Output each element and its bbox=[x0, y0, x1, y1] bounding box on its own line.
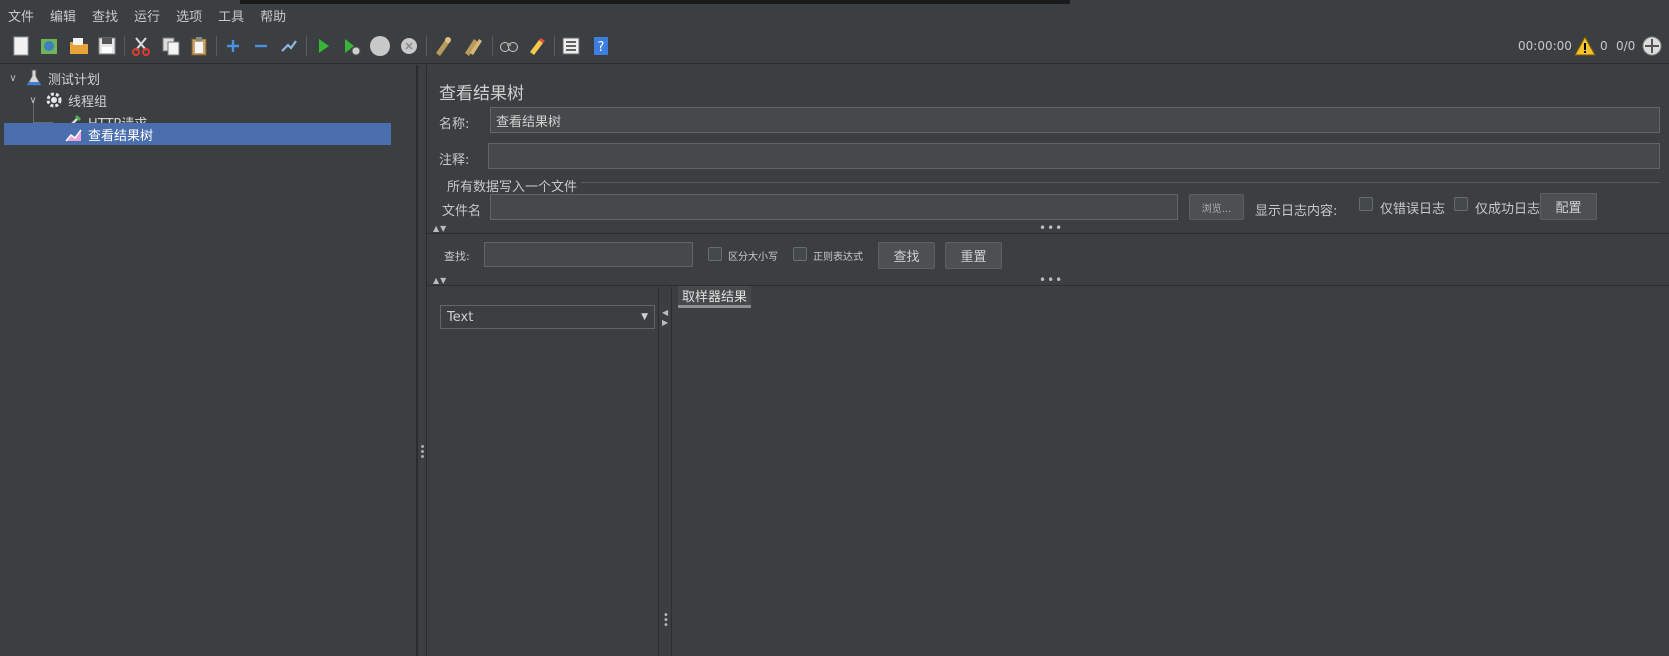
menu-search[interactable]: 查找 bbox=[92, 6, 118, 25]
search-label: 查找: bbox=[444, 250, 470, 263]
search-icon[interactable] bbox=[498, 35, 520, 57]
cut-icon[interactable] bbox=[130, 35, 152, 57]
toolbar-separator bbox=[426, 36, 427, 56]
paste-icon[interactable] bbox=[188, 35, 210, 57]
toolbar-separator bbox=[492, 36, 493, 56]
function-helper-icon[interactable] bbox=[560, 35, 582, 57]
thread-group-icon bbox=[44, 90, 64, 110]
split-arrows-icon[interactable]: ▲▼ bbox=[433, 224, 447, 233]
toolbar-separator bbox=[124, 36, 125, 56]
tree-item-label: 测试计划 bbox=[48, 72, 101, 88]
splitter-grip bbox=[421, 455, 424, 458]
results-divider bbox=[658, 287, 659, 656]
clear-all-icon[interactable] bbox=[462, 35, 484, 57]
toolbar-separator bbox=[554, 36, 555, 56]
browse-button[interactable]: 浏览... bbox=[1189, 194, 1244, 220]
toolbar-separator bbox=[306, 36, 307, 56]
stop-icon[interactable] bbox=[369, 35, 391, 57]
split-arrows-icon[interactable]: ◀ ▶ bbox=[662, 308, 668, 328]
comment-label: 注释: bbox=[439, 153, 470, 168]
expand-icon[interactable] bbox=[222, 35, 244, 57]
case-sensitive-checkbox[interactable] bbox=[708, 247, 722, 261]
errors-only-label: 仅错误日志 bbox=[1380, 202, 1446, 217]
test-plan-icon bbox=[24, 68, 44, 88]
reset-button[interactable]: 重置 bbox=[945, 242, 1002, 269]
tree-item-label: 线程组 bbox=[68, 94, 108, 110]
splitter-grip bbox=[421, 445, 424, 448]
search-button[interactable]: 查找 bbox=[878, 242, 935, 269]
active-threads: 0/0 bbox=[1616, 39, 1636, 53]
menu-file[interactable]: 文件 bbox=[8, 6, 34, 25]
result-tree-icon bbox=[64, 124, 84, 144]
success-only-label: 仅成功日志 bbox=[1475, 202, 1541, 217]
warning-icon[interactable] bbox=[1574, 35, 1596, 57]
new-icon[interactable] bbox=[10, 35, 32, 57]
start-icon[interactable] bbox=[312, 35, 334, 57]
regex-checkbox[interactable] bbox=[793, 247, 807, 261]
open-icon[interactable] bbox=[68, 35, 90, 57]
start-no-pause-icon[interactable] bbox=[340, 35, 362, 57]
global-icon bbox=[1641, 35, 1663, 57]
tab-sampler-result[interactable]: 取样器结果 bbox=[678, 286, 752, 308]
errors-only-checkbox[interactable] bbox=[1359, 197, 1373, 211]
name-field[interactable] bbox=[490, 107, 1660, 133]
menu-help[interactable]: 帮助 bbox=[260, 6, 286, 25]
copy-icon[interactable] bbox=[160, 35, 182, 57]
clear-icon[interactable] bbox=[432, 35, 454, 57]
renderer-selected-value: Text bbox=[447, 309, 474, 325]
splitter-grip bbox=[421, 450, 424, 453]
renderer-select[interactable]: Text ▼ bbox=[440, 305, 655, 329]
case-sensitive-label: 区分大小写 bbox=[728, 252, 778, 263]
page-title: 查看结果树 bbox=[439, 84, 524, 104]
toggle-icon[interactable] bbox=[278, 35, 300, 57]
shutdown-icon[interactable] bbox=[398, 35, 420, 57]
file-group-title: 所有数据写入一个文件 bbox=[447, 180, 578, 195]
split-grip[interactable]: • • • bbox=[663, 611, 669, 631]
tree-item-label: 查看结果树 bbox=[88, 128, 154, 144]
tree-splitter[interactable] bbox=[417, 65, 427, 656]
name-label: 名称: bbox=[439, 117, 470, 132]
chevron-down-icon[interactable]: ∨ bbox=[26, 93, 40, 107]
tree-item-result-tree[interactable]: 查看结果树 bbox=[4, 123, 391, 145]
menu-options[interactable]: 选项 bbox=[176, 6, 202, 25]
tree-item-test-plan[interactable]: ∨ 测试计划 bbox=[6, 67, 396, 89]
chevron-down-icon[interactable]: ▼ bbox=[641, 312, 648, 322]
search-input[interactable] bbox=[484, 242, 693, 267]
tree-item-thread-group[interactable]: ∨ 线程组 bbox=[26, 89, 396, 111]
divider bbox=[427, 233, 1669, 234]
help-icon[interactable]: ? bbox=[590, 35, 612, 57]
collapse-icon[interactable] bbox=[250, 35, 272, 57]
view-results-tree-panel: 查看结果树 名称: 注释: 所有数据写入一个文件 文件名 浏览... 显示日志内… bbox=[427, 65, 1669, 656]
menu-tools[interactable]: 工具 bbox=[218, 6, 244, 25]
split-arrows-icon[interactable]: ▲▼ bbox=[433, 276, 447, 285]
menu-bar: 文件 编辑 查找 运行 选项 工具 帮助 bbox=[0, 4, 1669, 26]
save-icon[interactable] bbox=[96, 35, 118, 57]
group-border bbox=[581, 182, 1660, 183]
regex-label: 正则表达式 bbox=[813, 252, 863, 263]
svg-text:?: ? bbox=[598, 40, 605, 55]
filename-field[interactable] bbox=[490, 194, 1178, 220]
test-plan-tree: ∨ 测试计划 ∨ 线程组 HTTP请求 查看结果树 bbox=[0, 65, 417, 656]
toolbar: ? 00:00:00 0 0/0 bbox=[0, 28, 1669, 64]
filename-label: 文件名 bbox=[442, 204, 482, 219]
success-only-checkbox[interactable] bbox=[1454, 197, 1468, 211]
elapsed-time: 00:00:00 bbox=[1518, 39, 1572, 53]
menu-run[interactable]: 运行 bbox=[134, 6, 160, 25]
error-count: 0 bbox=[1600, 39, 1608, 53]
chevron-down-icon[interactable]: ∨ bbox=[6, 71, 20, 85]
log-content-label: 显示日志内容: bbox=[1255, 204, 1338, 219]
comment-field[interactable] bbox=[488, 143, 1660, 169]
menu-edit[interactable]: 编辑 bbox=[50, 6, 76, 25]
divider bbox=[427, 285, 1669, 286]
results-divider bbox=[671, 287, 672, 656]
configure-button[interactable]: 配置 bbox=[1540, 193, 1597, 220]
templates-icon[interactable] bbox=[38, 35, 60, 57]
toolbar-separator bbox=[216, 36, 217, 56]
reset-search-icon[interactable] bbox=[526, 35, 548, 57]
